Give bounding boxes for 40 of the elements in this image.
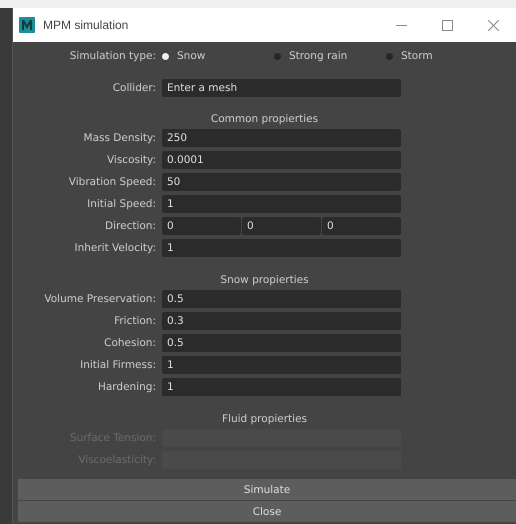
field-label: Direction: <box>104 220 157 232</box>
input-field[interactable]: 0 <box>242 217 321 235</box>
field-label: Initial Firmess: <box>79 359 157 371</box>
input-field[interactable]: 0.5 <box>162 334 401 352</box>
section-heading: Snow propierties <box>219 273 310 288</box>
radio-option[interactable]: Snow <box>162 50 274 62</box>
field-label: Initial Speed: <box>86 198 157 210</box>
input-field[interactable]: 1 <box>162 239 401 257</box>
input-field[interactable]: Enter a mesh <box>162 79 401 97</box>
input-field[interactable]: 1 <box>162 195 401 213</box>
close-icon[interactable] <box>488 20 498 30</box>
maximize-icon[interactable] <box>442 20 452 30</box>
field-label: Collider: <box>112 82 157 94</box>
input-field[interactable]: 50 <box>162 173 401 191</box>
app-icon <box>19 17 35 33</box>
section-heading: Common propierties <box>210 112 320 127</box>
field-label: Vibration Speed: <box>68 176 157 188</box>
input-field[interactable]: 0.0001 <box>162 151 401 169</box>
action-button[interactable]: Simulate <box>18 479 516 500</box>
field-label: Volume Preservation: <box>43 293 157 305</box>
field-label: Viscosity: <box>106 154 157 166</box>
input-field[interactable]: 0 <box>322 217 401 235</box>
radio-option[interactable]: Strong rain <box>274 50 386 62</box>
minimize-icon[interactable] <box>396 24 406 26</box>
field-label: Cohesion: <box>103 337 157 349</box>
action-button[interactable]: Close <box>18 501 516 522</box>
input-field[interactable]: 0 <box>162 217 241 235</box>
radio-option[interactable]: Storm <box>386 50 498 62</box>
field-label: Inherit Velocity: <box>73 242 157 254</box>
field-label: Mass Density: <box>82 132 157 144</box>
input-field[interactable]: 1 <box>162 378 401 396</box>
input-field[interactable]: 250 <box>162 129 401 147</box>
field-label: Friction: <box>113 315 157 327</box>
input-field[interactable]: 0.3 <box>162 312 401 330</box>
field-label: Simulation type: <box>68 50 157 62</box>
window-title: MPM simulation <box>43 18 130 32</box>
field-label: Hardening: <box>96 381 157 393</box>
input-field[interactable]: 1 <box>162 356 401 374</box>
section-heading: Fluid propierties <box>220 412 308 427</box>
input-field[interactable]: 0.5 <box>162 290 401 308</box>
